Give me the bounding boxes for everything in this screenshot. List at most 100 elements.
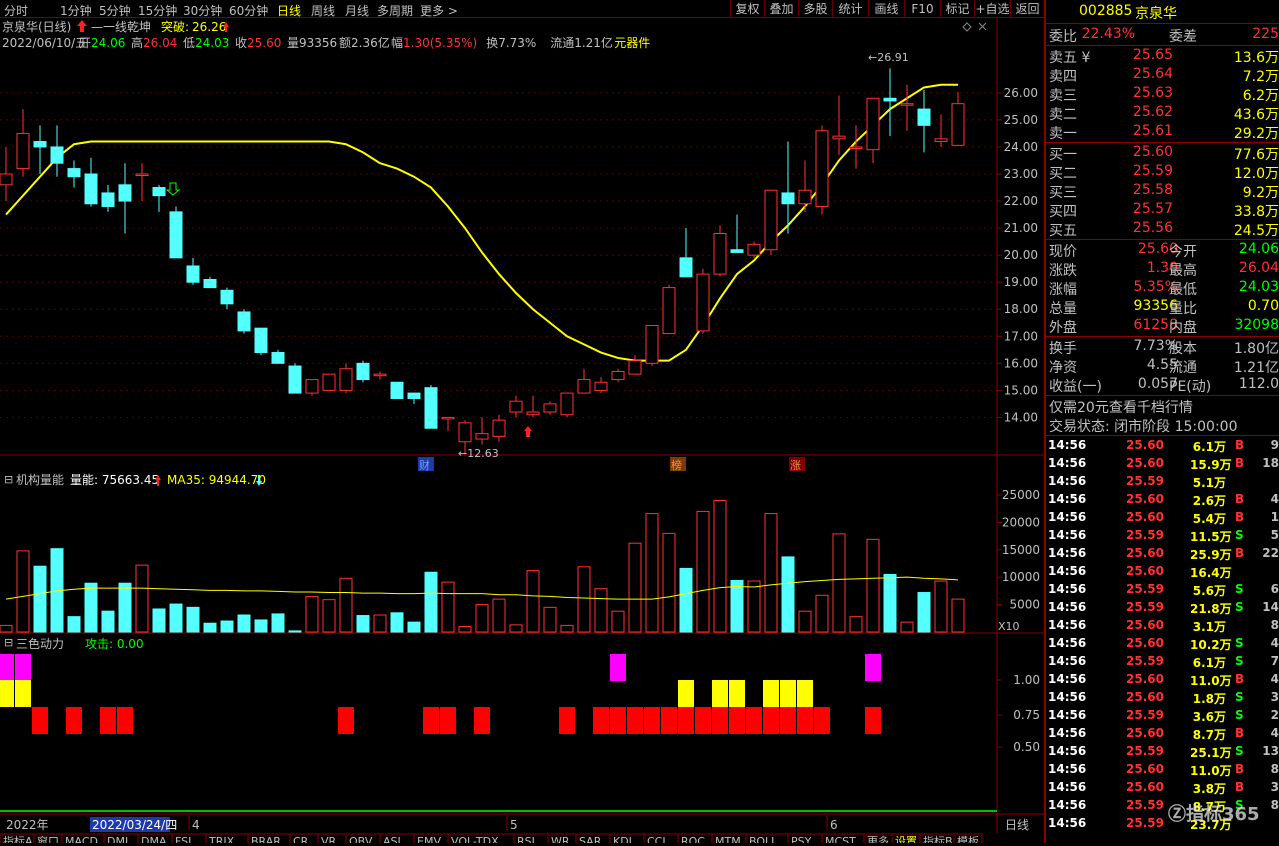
kline-svg[interactable]: 26.00 25.00 24.00 23.00 22.00 21.00 20.00 19.00… [0,18,1044,846]
volume-bar [764,513,778,633]
power-block-red [746,707,762,734]
trade-cell: 25.60 [1126,438,1164,452]
indicator-tab-label[interactable]: VR [321,835,337,846]
indicator-tab-label[interactable]: BRAR [251,835,281,846]
indicator-tab-label[interactable]: MACD [65,835,98,846]
trade-row: 14:56 25.60 8.7万 B 4 [1048,726,1279,744]
quote-cell: 26.04 [1238,260,1279,276]
trade-cell: 2.6万 [1192,494,1226,508]
indicator-tab-label[interactable]: DMI [107,835,128,846]
candle [781,192,795,205]
indicator-tab-label[interactable]: CR [293,835,309,846]
indicator-tab-label[interactable]: WR [551,835,570,846]
price-axis-label: 23.00 [1004,167,1038,181]
trade-cell: 9 [1270,438,1279,452]
trade-cell: 14:56 [1048,726,1087,740]
cursor-date: 2022/03/24/四 [92,818,177,832]
power-block-yellow [729,680,745,707]
trade-cell: 4 [1270,672,1279,686]
indicator-tab-label[interactable]: MTM [715,835,741,846]
promo-row[interactable]: 仅需20元查看千档行情 [1049,397,1279,416]
indicator-tab-label[interactable]: VOL-TDX [451,835,499,846]
quote-cell: 买四 [1049,204,1077,220]
candle [407,392,421,399]
signal-name: —一线乾坤 [91,19,151,34]
indicator-tab-label[interactable]: 指标B [923,834,953,846]
trade-cell: 25.60 [1126,672,1164,686]
trade-cell: 25.60 [1126,564,1164,578]
info-value-low: 24.03 [195,36,229,50]
month-label: 5 [510,818,518,832]
period-tab-9[interactable]: 多周期 [377,2,413,19]
indicator-tab-label[interactable]: MCST [825,835,856,846]
info-label: 高 [131,35,143,50]
indicator-tab-label[interactable]: CCI [647,835,666,846]
trade-cell: 4 [1270,636,1279,650]
period-tab-6[interactable]: 日线 [277,2,301,19]
trade-cell: B [1235,456,1245,470]
candle [441,416,455,420]
toolbar-button-1[interactable]: 叠加 [764,0,798,18]
period-tab-8[interactable]: 月线 [345,2,369,19]
power-block-red [627,707,643,734]
toolbar-button-7[interactable]: +自选 [974,0,1010,18]
indicator-tab-label[interactable]: OBV [349,835,373,846]
quote-cell: 净资 [1049,360,1077,376]
indicator-tab-label[interactable]: KDJ [613,835,632,846]
volume-bar [645,513,659,633]
period-tab-5[interactable]: 60分钟 [229,2,268,19]
indicator-tab-label[interactable]: FSL [175,835,195,846]
trade-row: 14:56 25.60 11.0万 B 4 [1048,672,1279,690]
period-tab-10[interactable]: 更多 > [420,2,458,19]
indicator-tab-label[interactable]: ASI [383,835,401,846]
indicator-tab-label[interactable]: SAR [579,835,602,846]
indicator-tab-label[interactable]: 设置 [895,835,917,846]
indicator-tab-label[interactable]: 指标A [3,834,33,846]
indicator-tab-label[interactable]: TRIX [208,835,235,846]
trade-row: 14:56 25.60 6.1万 B 9 [1048,438,1279,456]
toolbar-button-4[interactable]: 画线 [868,0,904,18]
indicator-tab-label[interactable]: DMA [141,835,167,846]
candle [50,146,64,164]
indicator-tab-label[interactable]: PSY [791,835,812,846]
quote-cell: 0.70 [1247,298,1279,314]
toolbar-button-8[interactable]: 返回 [1010,0,1044,18]
quote-cell: 买二 [1049,166,1077,182]
chart-area[interactable]: 26.00 25.00 24.00 23.00 22.00 21.00 20.00 19.00… [0,18,1044,846]
volume-bar [934,580,948,633]
period-tab-2[interactable]: 5分钟 [99,2,131,19]
quote-cell: 卖二 [1049,107,1077,123]
period-tab-4[interactable]: 30分钟 [183,2,222,19]
volume-bar [458,626,472,633]
indicator-tab-label[interactable]: 窗口 [37,834,59,846]
toolbar-button-3[interactable]: 统计 [832,0,868,18]
indicator-tab-label[interactable]: EMV [417,835,441,846]
month-label: 4 [192,818,200,832]
toolbar-button-0[interactable]: 复权 [730,0,764,18]
price-axis-label: 20.00 [1004,248,1038,262]
indicator-tab-label[interactable]: RSI [517,835,535,846]
period-tab-7[interactable]: 周线 [311,2,335,19]
indicator-tab-label[interactable]: 更多 [867,834,889,846]
candle [883,97,897,102]
weibi-row: 委比 22.43% 委差 225 [1049,26,1279,45]
trade-cell: 5 [1270,528,1279,542]
power-block-red [100,707,116,734]
power-block-red [865,707,881,734]
indicator-tab-label[interactable]: 模板 [957,834,979,846]
bar-date: 2022/06/10/五 [2,36,87,50]
period-tab-1[interactable]: 1分钟 [60,2,92,19]
period-tab-0[interactable]: 分时 [4,2,28,19]
toolbar-button-6[interactable]: 标记 [940,0,974,18]
toolbar-button-5[interactable]: F10 [904,0,940,18]
indicator-tab-label[interactable]: BOLL [749,835,778,846]
candle [390,381,404,399]
quote-cell: 1.21亿 [1233,360,1279,376]
quote-cell: 4.55 [1146,357,1178,373]
quote-cell: 9.2万 [1242,185,1279,201]
period-tab-3[interactable]: 15分钟 [138,2,177,19]
candle [917,108,931,126]
promo-text: 仅需20元查看千档行情 [1049,400,1193,416]
toolbar-button-2[interactable]: 多股 [798,0,832,18]
indicator-tab-label[interactable]: ROC [681,835,705,846]
